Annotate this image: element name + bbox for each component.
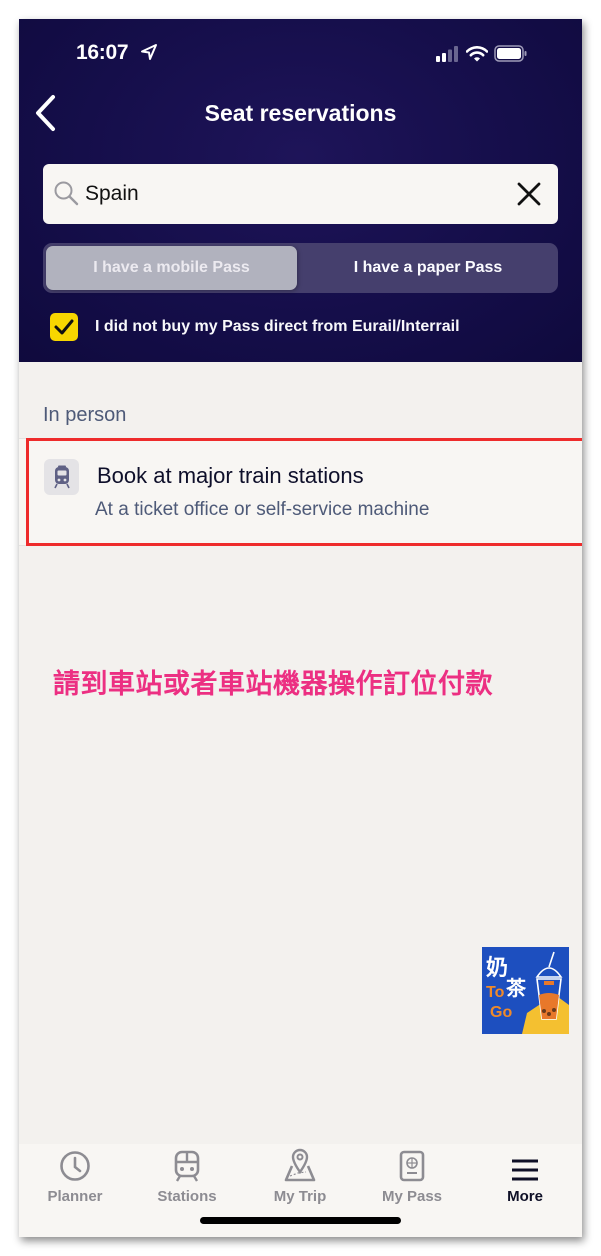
annotation-text: 請到車站或者車站機器操作訂位付款: [53, 669, 493, 700]
mobile-pass-tab[interactable]: I have a mobile Pass: [46, 246, 297, 290]
pass-type-toggle: I have a mobile Pass I have a paper Pass: [43, 243, 558, 293]
tab-my-pass[interactable]: My Pass: [356, 1144, 468, 1214]
status-time: 16:07: [76, 41, 129, 64]
location-arrow-icon: [140, 43, 158, 66]
page-title: Seat reservations: [204, 100, 397, 126]
option-title: Book at major train stations: [97, 463, 364, 488]
home-indicator[interactable]: [200, 1217, 401, 1224]
clear-search-button[interactable]: [516, 181, 542, 207]
search-icon: [53, 180, 79, 211]
option-subtitle: At a ticket office or self-service machi…: [95, 499, 430, 520]
book-at-stations-option[interactable]: Book at major train stations At a ticket…: [19, 438, 582, 546]
menu-icon: [469, 1144, 581, 1182]
tab-label: Stations: [157, 1188, 217, 1205]
paper-pass-tab[interactable]: I have a paper Pass: [301, 246, 555, 290]
tab-label: More: [507, 1188, 543, 1205]
tab-planner[interactable]: Planner: [19, 1144, 131, 1214]
search-box[interactable]: [43, 164, 558, 224]
clock-icon: [19, 1144, 131, 1182]
not-direct-purchase-row[interactable]: I did not buy my Pass direct from Eurail…: [50, 313, 460, 341]
tab-label: My Pass: [381, 1188, 443, 1205]
svg-text:茶: 茶: [506, 976, 527, 1000]
signal-icon: [436, 45, 460, 67]
tab-stations[interactable]: Stations: [131, 1144, 243, 1214]
not-direct-purchase-checkbox[interactable]: [50, 313, 78, 341]
passport-icon: [356, 1144, 468, 1182]
close-icon: [517, 182, 541, 206]
tab-my-trip[interactable]: My Trip: [244, 1144, 356, 1214]
content-area: In person Book at major train stations A…: [19, 362, 582, 1162]
map-pin-icon: [244, 1144, 356, 1182]
train-icon: [44, 459, 79, 495]
train-icon: [131, 1144, 243, 1182]
wifi-icon: [465, 45, 489, 67]
search-input[interactable]: [85, 178, 485, 210]
header: 16:07 Seat reservations Spain I have a m…: [19, 19, 582, 362]
battery-icon: [494, 45, 528, 67]
watermark-text: 奶: [486, 955, 508, 981]
watermark-logo: 奶 茶 To Go: [482, 947, 569, 1034]
section-heading: In person: [43, 404, 127, 426]
tab-label: My Trip: [273, 1188, 327, 1205]
tab-more[interactable]: More: [469, 1144, 581, 1214]
phone-screen: 16:07 Seat reservations Spain I have a m…: [19, 19, 582, 1237]
checkbox-label: I did not buy my Pass direct from Eurail…: [95, 318, 460, 335]
tab-label: Planner: [47, 1188, 103, 1205]
svg-text:To: To: [486, 984, 505, 1001]
svg-text:Go: Go: [490, 1004, 512, 1021]
checkmark-icon: [54, 319, 74, 335]
status-icons: [436, 45, 528, 67]
